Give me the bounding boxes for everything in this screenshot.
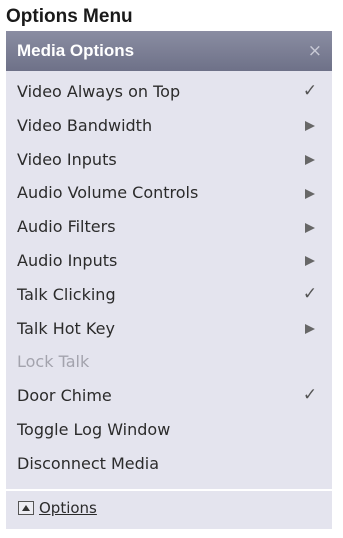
menu-item-label: Audio Volume Controls <box>17 183 199 203</box>
collapse-up-icon[interactable] <box>18 501 34 515</box>
options-link[interactable]: Options <box>39 492 97 525</box>
menu-item-label: Disconnect Media <box>17 453 160 473</box>
menu-item-label: Talk Hot Key <box>17 318 115 338</box>
submenu-arrow-icon <box>302 143 318 177</box>
menu-item-label: Video Bandwidth <box>17 115 153 135</box>
menu-item-toggle-log-window[interactable]: Toggle Log Window <box>6 413 332 447</box>
menu-item-talk-hot-key[interactable]: Talk Hot Key <box>6 312 332 346</box>
submenu-arrow-icon <box>302 109 318 143</box>
menu-title: Media Options <box>17 41 135 60</box>
menu-item-video-inputs[interactable]: Video Inputs <box>6 143 332 177</box>
page-heading: Options Menu <box>6 6 133 27</box>
check-icon: ✓ <box>302 385 318 406</box>
close-icon[interactable]: × <box>308 31 322 71</box>
menu-item-video-bandwidth[interactable]: Video Bandwidth <box>6 109 332 143</box>
submenu-arrow-icon <box>302 244 318 278</box>
media-options-menu: Media Options × Video Always on Top ✓ Vi… <box>6 31 332 529</box>
menu-item-audio-volume-controls[interactable]: Audio Volume Controls <box>6 176 332 210</box>
menu-titlebar: Media Options × <box>6 31 332 71</box>
menu-item-talk-clicking[interactable]: Talk Clicking ✓ <box>6 278 332 312</box>
menu-item-label: Video Always on Top <box>17 82 181 101</box>
menu-item-video-always-on-top[interactable]: Video Always on Top ✓ <box>6 75 332 109</box>
menu-item-door-chime[interactable]: Door Chime ✓ <box>6 379 332 413</box>
check-icon: ✓ <box>302 283 318 304</box>
submenu-arrow-icon <box>302 210 318 244</box>
menu-item-label: Lock Talk <box>17 352 90 372</box>
menu-divider <box>6 489 332 491</box>
menu-item-audio-inputs[interactable]: Audio Inputs <box>6 244 332 278</box>
menu-item-label: Toggle Log Window <box>17 419 171 439</box>
menu-footer: Options <box>6 492 332 529</box>
menu-item-label: Audio Filters <box>17 217 116 237</box>
menu-item-label: Audio Inputs <box>17 250 118 270</box>
check-icon: ✓ <box>302 81 318 101</box>
menu-item-audio-filters[interactable]: Audio Filters <box>6 210 332 244</box>
menu-item-label: Video Inputs <box>17 149 117 169</box>
menu-list: Video Always on Top ✓ Video Bandwidth Vi… <box>6 75 332 481</box>
menu-item-label: Talk Clicking <box>17 284 116 304</box>
menu-item-label: Door Chime <box>17 386 112 406</box>
menu-item-lock-talk: Lock Talk <box>6 345 332 379</box>
submenu-arrow-icon <box>302 312 318 346</box>
menu-item-disconnect-media[interactable]: Disconnect Media <box>6 447 332 481</box>
submenu-arrow-icon <box>302 176 318 210</box>
